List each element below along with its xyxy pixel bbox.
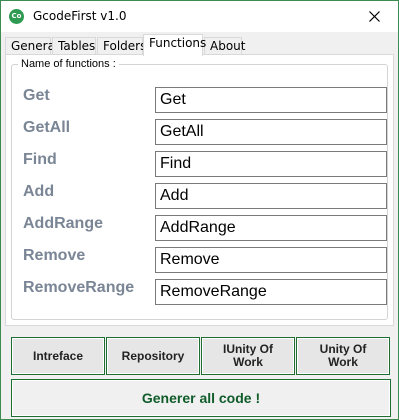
iunity-of-work-button-label: IUnity Of Work xyxy=(223,343,273,369)
interface-button[interactable]: Intreface xyxy=(11,337,105,375)
label-removerange: RemoveRange xyxy=(23,279,135,296)
iunity-of-work-button[interactable]: IUnity Of Work xyxy=(201,337,295,375)
tab-about[interactable]: About xyxy=(204,37,245,55)
label-getall: GetAll xyxy=(23,119,71,136)
window-title: GcodeFirst v1.0 xyxy=(33,9,127,23)
close-icon xyxy=(369,11,380,22)
app-window: Co GcodeFirst v1.0 General Tables Folder… xyxy=(0,0,399,420)
label-get: Get xyxy=(23,87,50,104)
input-get[interactable] xyxy=(155,87,387,113)
input-getall[interactable] xyxy=(155,119,387,145)
unity-line-1: Unity Of xyxy=(319,342,367,356)
unity-of-work-button[interactable]: Unity Of Work xyxy=(296,337,390,375)
group-title: Name of functions : xyxy=(18,58,119,70)
title-bar[interactable]: Co GcodeFirst v1.0 xyxy=(1,1,398,32)
tab-strip: General Tables Folders Functions About xyxy=(5,34,395,56)
tab-general[interactable]: General xyxy=(5,37,58,55)
label-remove: Remove xyxy=(23,247,86,264)
generate-all-code-button[interactable]: Generer all code ! xyxy=(11,379,391,417)
input-add[interactable] xyxy=(155,183,387,209)
functions-tab-panel: Name of functions : Get GetAll Find Add … xyxy=(5,54,394,326)
iunity-line-2: Work xyxy=(233,355,263,369)
input-addrange[interactable] xyxy=(155,215,387,241)
unity-line-2: Work xyxy=(328,355,358,369)
iunity-line-1: IUnity Of xyxy=(223,342,273,356)
input-find[interactable] xyxy=(155,151,387,177)
close-button[interactable] xyxy=(353,1,398,32)
label-add: Add xyxy=(23,183,55,200)
repository-button-label: Repository xyxy=(121,348,185,363)
label-find: Find xyxy=(23,151,57,168)
repository-button[interactable]: Repository xyxy=(106,337,200,375)
tab-functions[interactable]: Functions xyxy=(143,34,206,56)
interface-button-label: Intreface xyxy=(32,348,84,363)
tab-tables[interactable]: Tables xyxy=(52,37,96,55)
app-logo-icon: Co xyxy=(9,9,24,24)
unity-of-work-button-label: Unity Of Work xyxy=(320,343,367,369)
input-removerange[interactable] xyxy=(155,279,387,305)
tab-folders[interactable]: Folders xyxy=(97,37,146,55)
input-remove[interactable] xyxy=(155,247,387,273)
label-addrange: AddRange xyxy=(23,215,103,232)
functions-group-box: Name of functions : Get GetAll Find Add … xyxy=(11,58,388,320)
